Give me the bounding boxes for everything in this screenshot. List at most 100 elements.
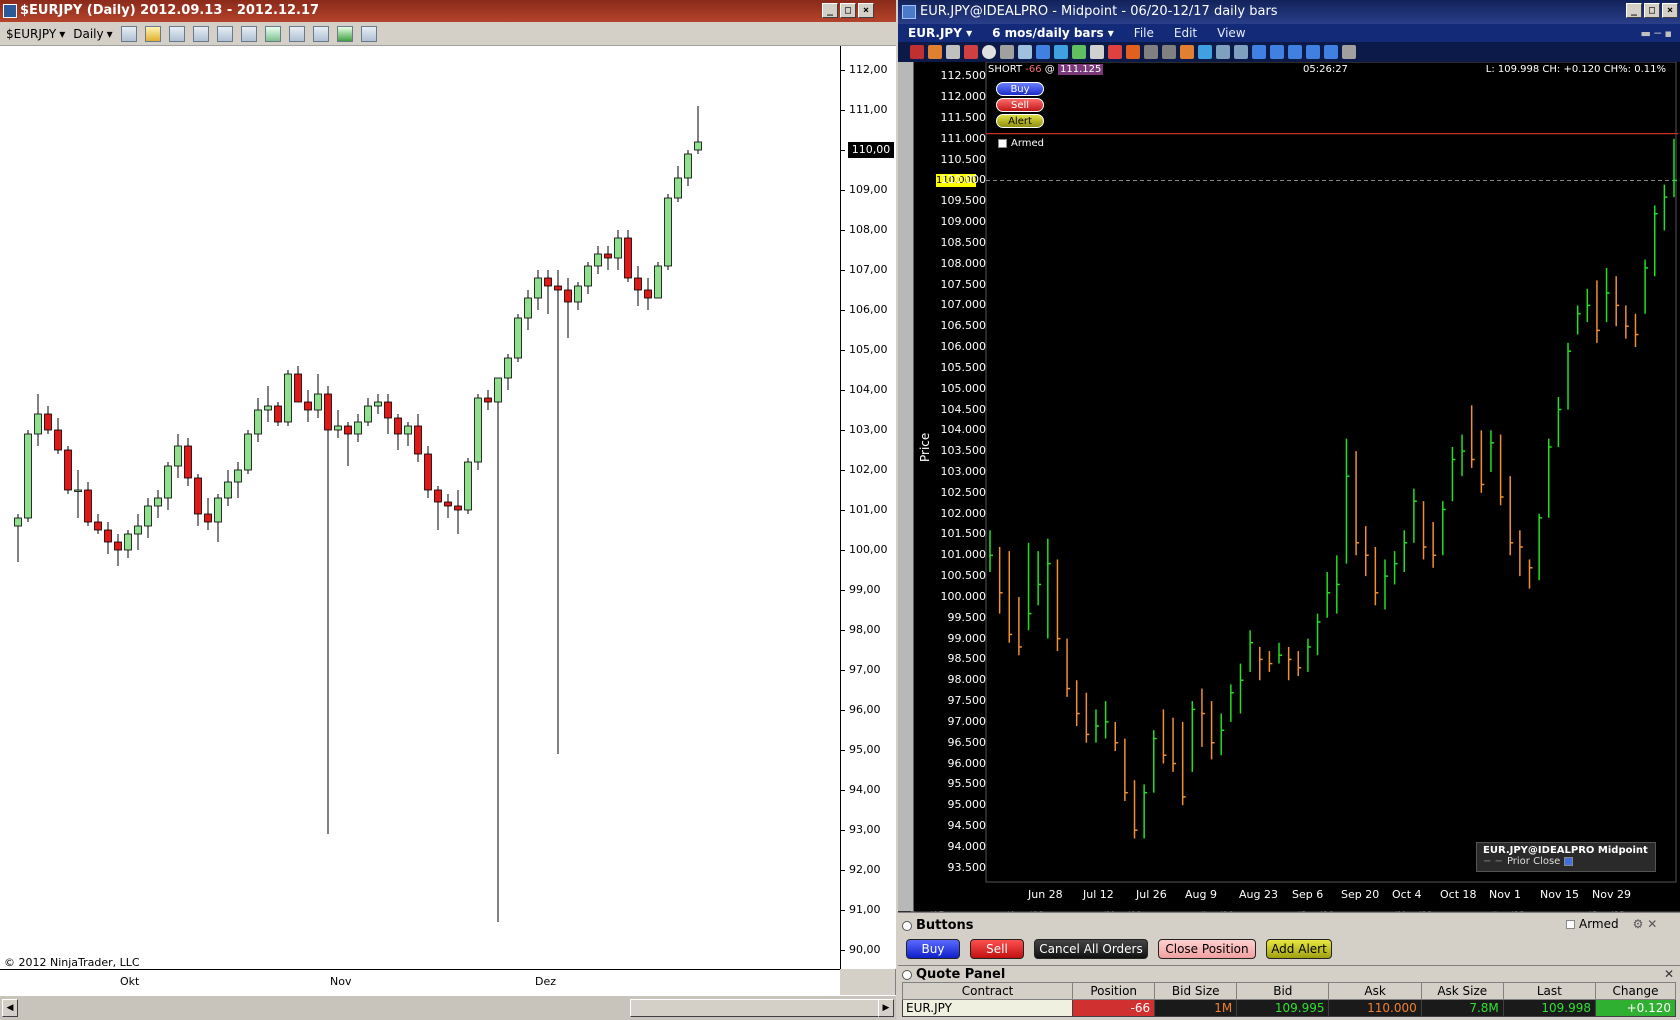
chart-style-icon[interactable] <box>120 25 137 42</box>
last-cell[interactable]: 109.998 <box>1502 999 1597 1017</box>
trendline-icon[interactable] <box>1126 45 1140 59</box>
quote-panel-header[interactable]: Quote Panel <box>902 967 1005 982</box>
info-icon[interactable] <box>1036 45 1050 59</box>
column-header[interactable]: Last <box>1502 982 1597 1000</box>
x-tick-label: Jul 26 <box>1136 888 1167 901</box>
print-icon[interactable] <box>946 45 960 59</box>
add-alert-button[interactable]: Add Alert <box>1266 939 1332 959</box>
column-header[interactable]: Ask <box>1328 982 1422 1000</box>
scroll-left-icon[interactable]: ◀ <box>2 999 18 1017</box>
collapse-icon[interactable] <box>902 969 912 980</box>
period-selector[interactable]: Daily ▾ <box>73 27 112 41</box>
column-header[interactable]: Bid <box>1236 982 1330 1000</box>
expand-icon[interactable] <box>1306 45 1320 59</box>
menu-edit[interactable]: Edit <box>1164 26 1207 40</box>
bid-cell[interactable]: 109.995 <box>1236 999 1330 1017</box>
draw-icon[interactable] <box>1108 45 1122 59</box>
grid-icon[interactable] <box>1090 45 1104 59</box>
strategy-icon[interactable] <box>192 25 209 42</box>
maximize-icon[interactable]: □ <box>1644 3 1660 18</box>
collapse-icon[interactable] <box>902 920 912 931</box>
pencil-icon[interactable] <box>144 25 161 42</box>
instrument-selector[interactable]: $EURJPY ▾ <box>6 27 65 41</box>
ninjatrader-title-bar[interactable]: $EURJPY (Daily) 2012.09.13 - 2012.12.17 … <box>0 0 896 22</box>
column-header[interactable]: Position <box>1072 982 1156 1000</box>
redo-icon[interactable] <box>1162 45 1176 59</box>
zoom-in-icon[interactable] <box>1216 45 1230 59</box>
column-header[interactable]: Change <box>1595 982 1676 1000</box>
snapshot-icon[interactable] <box>1000 45 1014 59</box>
column-header[interactable]: Bid Size <box>1154 982 1238 1000</box>
tws-title-bar[interactable]: EUR.JPY@IDEALPRO - Midpoint - 06/20-12/1… <box>898 0 1680 24</box>
zoom-icon[interactable] <box>240 25 257 42</box>
bar-spacing-icon[interactable] <box>1270 45 1284 59</box>
ohlc-bar-chart[interactable]: Price SHORT -66 @ 111.125 05:26:27 L: 10… <box>898 62 1680 923</box>
refresh-icon[interactable] <box>1324 45 1338 59</box>
chart-type-icon[interactable] <box>1054 45 1068 59</box>
circle-icon[interactable] <box>982 45 996 59</box>
close-icon[interactable]: × <box>858 3 874 18</box>
channel-icon[interactable] <box>1198 45 1212 59</box>
bid-size-cell[interactable]: 1M <box>1154 999 1238 1017</box>
menu-file[interactable]: File <box>1124 26 1164 40</box>
cursor-icon[interactable] <box>928 45 942 59</box>
crosshair-icon[interactable] <box>910 45 924 59</box>
checkbox-icon[interactable] <box>1566 919 1575 929</box>
position-cell[interactable]: -66 <box>1072 999 1156 1017</box>
chart-armed-checkbox[interactable]: Armed <box>998 138 1044 149</box>
column-header[interactable]: Ask Size <box>1420 982 1504 1000</box>
dollar-icon[interactable] <box>336 25 353 42</box>
undo-icon[interactable] <box>1144 45 1158 59</box>
chart-alert-button[interactable]: Alert <box>996 114 1044 128</box>
checkbox-icon[interactable] <box>998 139 1007 148</box>
period-selector[interactable]: 6 mos/daily bars ▾ <box>982 26 1124 40</box>
record-icon[interactable] <box>964 45 978 59</box>
scroll-thumb[interactable] <box>630 999 880 1017</box>
cancel-all-orders-button[interactable]: Cancel All Orders <box>1034 939 1148 959</box>
minimize-icon[interactable]: _ <box>822 3 838 18</box>
horizontal-scrollbar[interactable]: ◀ ▶ <box>0 995 896 1020</box>
maximize-icon[interactable]: □ <box>840 3 856 18</box>
y-tick-label: 112.500 <box>940 69 987 83</box>
bar-width-icon[interactable] <box>1252 45 1266 59</box>
buttons-panel-header[interactable]: Buttons <box>902 918 974 933</box>
sell-button[interactable]: Sell <box>970 939 1024 959</box>
zoom-icon[interactable] <box>1018 45 1032 59</box>
ask-cell[interactable]: 110.000 <box>1328 999 1422 1017</box>
data-box-icon[interactable] <box>288 25 305 42</box>
symbol-selector[interactable]: EUR.JPY ▾ <box>898 26 982 40</box>
line-chart-icon[interactable] <box>1072 45 1086 59</box>
ask-size-cell[interactable]: 7.8M <box>1420 999 1504 1017</box>
chart-buy-button[interactable]: Buy <box>996 82 1044 96</box>
contract-cell[interactable]: EUR.JPY <box>901 999 1074 1017</box>
change-cell[interactable]: +0.120 <box>1595 999 1676 1017</box>
ohlc-bars-layer <box>985 62 1678 883</box>
cursor-icon[interactable] <box>216 25 233 42</box>
pin-icon[interactable]: ▬ ─ ▪ <box>1641 27 1680 40</box>
scroll-right-icon[interactable]: ▶ <box>878 999 894 1017</box>
compress-icon[interactable] <box>1288 45 1302 59</box>
column-header[interactable]: Contract <box>901 982 1074 1000</box>
bar-spacing-icon[interactable] <box>264 25 281 42</box>
minimize-icon[interactable]: _ <box>1626 3 1642 18</box>
checkbox-icon[interactable] <box>1564 857 1574 866</box>
close-icon[interactable]: × <box>1662 3 1678 18</box>
indicator-icon[interactable] <box>168 25 185 42</box>
armed-checkbox[interactable]: Armed ⚙ ✕ <box>1566 917 1657 931</box>
chart-sell-button[interactable]: Sell <box>996 98 1044 112</box>
settings-icon[interactable] <box>1342 45 1356 59</box>
y-tick-mark <box>841 150 845 151</box>
candlestick-chart[interactable] <box>0 46 840 969</box>
menu-view[interactable]: View <box>1207 26 1255 40</box>
close-position-button[interactable]: Close Position <box>1158 939 1256 959</box>
chart-properties-icon[interactable] <box>312 25 329 42</box>
table-row[interactable]: EUR.JPY -66 1M 109.995 110.000 7.8M 109.… <box>901 999 1676 1017</box>
quote-table: Contract Position Bid Size Bid Ask Ask S… <box>901 982 1676 1017</box>
fibonacci-icon[interactable] <box>1180 45 1194 59</box>
zoom-out-icon[interactable] <box>1234 45 1248 59</box>
settings-icon[interactable]: ⚙ ✕ <box>1633 917 1658 931</box>
buy-button[interactable]: Buy <box>906 939 960 959</box>
template-icon[interactable] <box>360 25 377 42</box>
close-icon[interactable]: ✕ <box>1664 967 1674 981</box>
ninjatrader-chart-window: $EURJPY (Daily) 2012.09.13 - 2012.12.17 … <box>0 0 896 1020</box>
